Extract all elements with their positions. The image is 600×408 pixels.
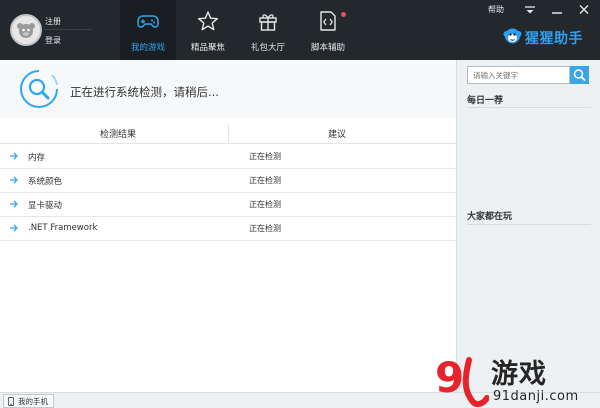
search-input[interactable] xyxy=(467,66,570,84)
scan-status-text: 正在进行系统检测，请稍后... xyxy=(70,85,219,99)
tab-label: 礼包大厅 xyxy=(250,43,285,53)
my-phone-label: 我的手机 xyxy=(18,396,48,406)
monkey-icon xyxy=(503,28,522,44)
tab-label: 脚本辅助 xyxy=(310,43,345,53)
check-item-name: 系统颜色 xyxy=(28,177,63,187)
arrow-right-icon xyxy=(10,224,18,232)
gift-icon xyxy=(259,14,277,31)
table-row[interactable]: .NET Framework 正在检测 xyxy=(0,217,456,241)
daily-pick-title: 每日一荐 xyxy=(467,96,504,106)
menu-icon[interactable] xyxy=(522,3,538,16)
divider xyxy=(467,107,591,108)
site-watermark: 9 游戏 91danji.com xyxy=(433,352,600,408)
scan-search-icon xyxy=(20,70,58,108)
search-button[interactable] xyxy=(570,66,589,84)
top-bar: 注册 登录 我的游戏 精品聚焦 礼包大厅 脚本辅助 帮助 猩猩助手 xyxy=(0,0,600,60)
search-icon xyxy=(573,69,586,81)
table-header: 检测结果 建议 xyxy=(0,122,456,144)
help-link[interactable]: 帮助 xyxy=(488,4,504,15)
tab-gift-hall[interactable]: 礼包大厅 xyxy=(240,0,296,60)
column-header-suggestion: 建议 xyxy=(328,130,347,140)
divider xyxy=(467,224,591,225)
gamepad-icon xyxy=(137,15,159,28)
tab-label: 我的游戏 xyxy=(130,43,165,53)
scan-status-panel: 正在进行系统检测，请稍后... xyxy=(0,60,456,118)
tab-label: 精品聚焦 xyxy=(190,43,225,53)
check-item-name: 内存 xyxy=(28,153,46,163)
close-icon[interactable] xyxy=(576,3,592,16)
my-phone-button[interactable]: 我的手机 xyxy=(3,394,54,408)
arrow-right-icon xyxy=(10,200,18,208)
table-row[interactable]: 显卡驱动 正在检测 xyxy=(0,193,456,217)
logo-digit: 9 xyxy=(435,353,464,402)
column-header-result: 检测结果 xyxy=(100,130,137,140)
site-name: 游戏 xyxy=(491,359,547,390)
check-item-name: .NET Framework xyxy=(28,223,98,233)
check-item-status: 正在检测 xyxy=(249,200,281,209)
site-domain: 91danji.com xyxy=(493,389,579,404)
check-item-status: 正在检测 xyxy=(249,176,281,185)
site-logo-icon: 9 xyxy=(435,353,489,408)
phone-icon xyxy=(8,396,14,406)
table-row[interactable]: 内存 正在检测 xyxy=(0,145,456,169)
star-icon xyxy=(198,11,218,31)
register-link[interactable]: 注册 xyxy=(45,16,61,27)
login-link[interactable]: 登录 xyxy=(45,35,61,46)
brand-name: 猩猩助手 xyxy=(525,31,583,47)
notification-badge xyxy=(341,12,346,17)
brand-logo: 猩猩助手 xyxy=(503,25,595,47)
column-divider xyxy=(228,125,229,142)
check-item-status: 正在检测 xyxy=(249,224,281,233)
check-item-name: 显卡驱动 xyxy=(28,201,63,211)
table-row[interactable]: 系统颜色 正在检测 xyxy=(0,169,456,193)
user-avatar-icon xyxy=(12,16,40,44)
popular-games-title: 大家都在玩 xyxy=(467,212,513,222)
tab-featured[interactable]: 精品聚焦 xyxy=(180,0,236,60)
avatar[interactable] xyxy=(10,14,42,46)
tab-script-helper[interactable]: 脚本辅助 xyxy=(300,0,356,60)
arrow-right-icon xyxy=(10,176,18,184)
tab-my-games[interactable]: 我的游戏 xyxy=(120,0,176,60)
divider xyxy=(44,29,92,30)
right-sidebar: 每日一荐 大家都在玩 xyxy=(456,60,600,392)
minimize-icon[interactable] xyxy=(549,3,565,16)
check-item-status: 正在检测 xyxy=(249,152,281,161)
arrow-right-icon xyxy=(10,152,18,160)
script-file-icon xyxy=(320,11,336,31)
